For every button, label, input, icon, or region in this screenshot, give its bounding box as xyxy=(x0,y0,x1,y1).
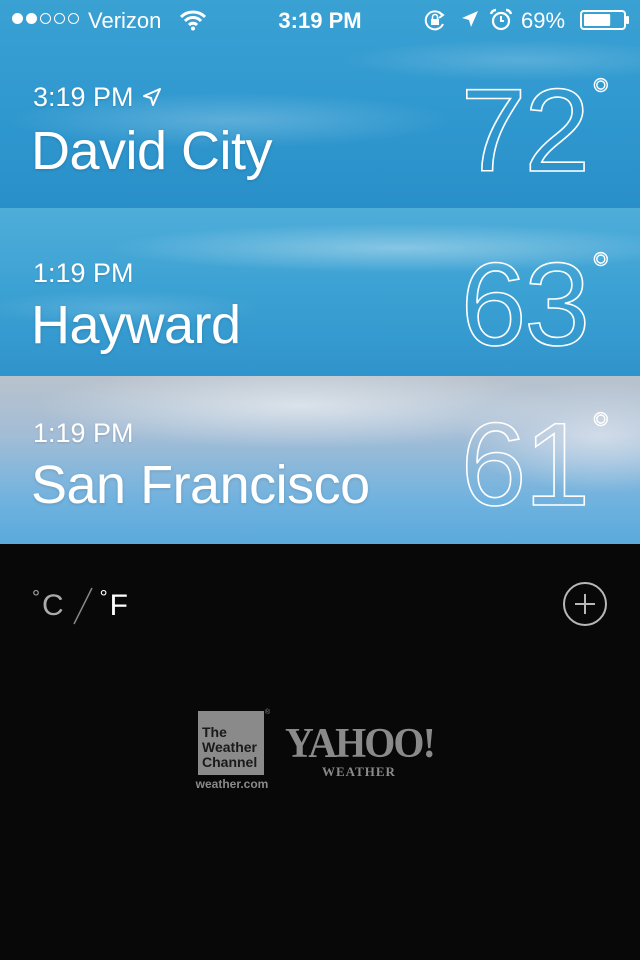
city-temperature: 61 xyxy=(460,399,591,531)
city-row-san-francisco[interactable]: 1:19 PM San Francisco 61 ° xyxy=(0,376,640,544)
rotation-lock-icon xyxy=(424,10,445,31)
yahoo-logo[interactable]: YAHOO! xyxy=(285,720,436,768)
weather-channel-logo[interactable]: The Weather Channel ® xyxy=(198,709,270,775)
add-city-button[interactable] xyxy=(563,582,607,626)
degree-symbol: ° xyxy=(591,403,611,455)
city-local-time: 1:19 PM xyxy=(33,418,134,448)
yahoo-weather-label: WEATHER xyxy=(322,764,396,779)
status-bar: Verizon 3:19 PM 69% xyxy=(0,0,640,40)
city-name: Hayward xyxy=(31,295,241,355)
battery-icon xyxy=(580,10,629,30)
alarm-clock-icon xyxy=(489,8,513,31)
city-name: David City xyxy=(31,121,273,181)
fahrenheit-option[interactable]: ° F xyxy=(100,584,128,628)
unit-toggle[interactable]: ° C ° F xyxy=(32,584,128,630)
location-arrow-icon xyxy=(462,11,478,27)
city-row-hayward[interactable]: 1:19 PM Hayward 63 ° xyxy=(0,208,640,376)
weather-channel-url[interactable]: weather.com xyxy=(190,777,274,791)
degree-symbol: ° xyxy=(591,69,611,121)
weather-app-screen: Verizon 3:19 PM 69% 3:19 PM David City 7… xyxy=(0,0,640,960)
battery-percentage: 69% xyxy=(521,8,566,33)
city-local-time: 1:19 PM xyxy=(33,258,134,288)
city-name: San Francisco xyxy=(31,455,370,515)
current-location-arrow-icon xyxy=(142,88,161,106)
weather-channel-logo-text: The Weather Channel xyxy=(202,724,258,770)
degree-symbol: ° xyxy=(591,243,611,295)
unit-separator xyxy=(73,587,93,625)
city-local-time: 3:19 PM xyxy=(33,82,162,113)
city-temperature: 63 xyxy=(460,239,591,371)
celsius-option[interactable]: ° C xyxy=(32,584,64,628)
city-list: 3:19 PM David City 72 ° 1:19 PM Hayward … xyxy=(0,0,640,544)
city-temperature: 72 xyxy=(460,65,591,197)
